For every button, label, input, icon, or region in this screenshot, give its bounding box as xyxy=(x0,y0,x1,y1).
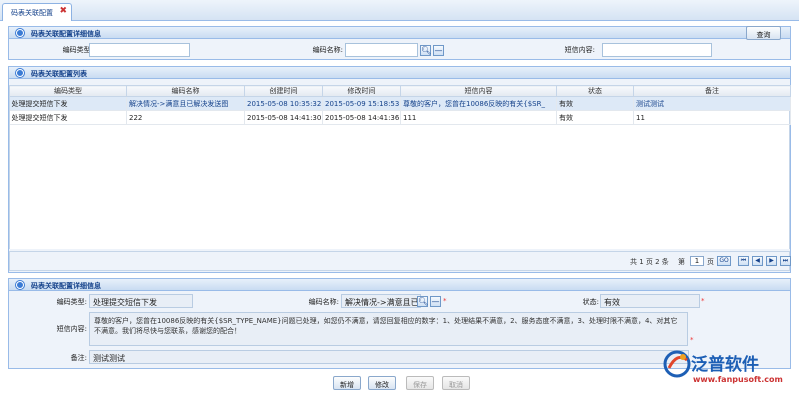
page-number-input[interactable]: 1 xyxy=(690,256,704,266)
logo-name: 泛普软件 xyxy=(691,355,759,375)
table-row[interactable]: 处理提交短信下发 222 2015-05-08 14:41:30 2015-05… xyxy=(9,110,791,125)
table-cell: 2015-05-08 14:41:30 xyxy=(244,110,323,125)
search-panel: 编码类型: 编码名称: 🔍︎ — 短信内容: 查询 xyxy=(8,26,791,60)
table-cell: 111 xyxy=(400,110,557,125)
tab-code-table-config[interactable]: 码表关联配置 ✖ xyxy=(2,3,72,21)
table-cell: 2015-05-09 15:18:53 xyxy=(322,96,401,111)
data-grid: 编码类型 编码名称 创建时间 修改时间 短信内容 状态 备注 处理提交短信下发 … xyxy=(9,85,791,125)
search-panel-header: 码表关联配置详细信息 xyxy=(8,26,791,39)
edit-button[interactable]: 修改 xyxy=(368,376,396,390)
detail-panel-header: 码表关联配置详细信息 xyxy=(8,278,791,291)
table-cell: 解决情况->满意且已解决发送图 xyxy=(126,96,245,111)
tab-bar: 码表关联配置 ✖ xyxy=(0,0,799,21)
pager: 共 1 页 2 条 第 1 页 GO ⏮ ◀ ▶ ⏭ xyxy=(9,251,791,271)
column-header[interactable]: 修改时间 xyxy=(322,85,401,97)
pager-prefix: 第 xyxy=(678,258,685,266)
column-header[interactable]: 创建时间 xyxy=(244,85,323,97)
add-button[interactable]: 新增 xyxy=(333,376,361,390)
search-panel-title: 码表关联配置详细信息 xyxy=(31,30,101,38)
brand-logo: 泛普软件 www.fanpusoft.com xyxy=(657,348,799,392)
column-header[interactable]: 备注 xyxy=(633,85,791,97)
tab-title: 码表关联配置 xyxy=(11,9,53,17)
go-button[interactable]: GO xyxy=(717,256,731,266)
logo-url: www.fanpusoft.com xyxy=(693,375,783,384)
last-page-icon[interactable]: ⏭ xyxy=(780,256,791,266)
detail-status-label: 状态: xyxy=(582,298,599,306)
sms-content-input[interactable] xyxy=(602,43,712,57)
search-icon[interactable]: 🔍︎ xyxy=(420,45,431,56)
panel-icon xyxy=(16,69,24,77)
detail-sms-content-label: 短信内容: xyxy=(56,325,87,333)
list-panel-title: 码表关联配置列表 xyxy=(31,70,87,78)
cancel-button[interactable]: 取消 xyxy=(442,376,470,390)
detail-status-field[interactable]: 有效 xyxy=(600,294,700,308)
table-cell: 有效 xyxy=(556,110,634,125)
code-name-label: 编码名称: xyxy=(312,46,343,54)
code-type-label: 编码类型: xyxy=(62,46,93,54)
panel-icon xyxy=(16,281,24,289)
logo-icon xyxy=(663,350,691,378)
table-cell: 尊敬的客户，您曾在10086反映的有关{$SR_ xyxy=(400,96,557,111)
table-cell: 2015-05-08 14:41:36 xyxy=(322,110,401,125)
first-page-icon[interactable]: ⏮ xyxy=(738,256,749,266)
required-mark: * xyxy=(690,336,694,344)
column-header[interactable]: 短信内容 xyxy=(400,85,557,97)
pager-total: 共 1 页 2 条 xyxy=(630,258,669,266)
table-cell: 处理提交短信下发 xyxy=(9,110,127,125)
panel-icon xyxy=(16,29,24,37)
detail-code-name-field[interactable]: 解决情况->满意且已 xyxy=(341,294,421,308)
table-row[interactable]: 处理提交短信下发 解决情况->满意且已解决发送图 2015-05-08 10:3… xyxy=(9,96,791,111)
table-cell: 处理提交短信下发 xyxy=(9,96,127,111)
pager-suffix: 页 xyxy=(707,258,714,266)
search-button[interactable]: 查询 xyxy=(746,26,781,40)
required-mark: * xyxy=(443,297,447,305)
detail-sms-content-field[interactable]: 尊敬的客户，您曾在10086反映的有关{$SR_TYPE_NAME}问题已处理，… xyxy=(89,312,688,346)
column-header[interactable]: 状态 xyxy=(556,85,634,97)
prev-page-icon[interactable]: ◀ xyxy=(752,256,763,266)
detail-remark-label: 备注: xyxy=(70,354,87,362)
list-panel-header: 码表关联配置列表 xyxy=(8,66,791,79)
code-type-input[interactable] xyxy=(89,43,190,57)
column-header[interactable]: 编码类型 xyxy=(9,85,127,97)
sms-content-label: 短信内容: xyxy=(564,46,595,54)
table-cell: 2015-05-08 10:35:32 xyxy=(244,96,323,111)
column-header[interactable]: 编码名称 xyxy=(126,85,245,97)
detail-remark-field[interactable]: 测试测试 xyxy=(89,350,689,364)
detail-code-type-field[interactable]: 处理提交短信下发 xyxy=(89,294,193,308)
save-button[interactable]: 保存 xyxy=(406,376,434,390)
clear-icon[interactable]: — xyxy=(430,296,441,307)
table-cell: 11 xyxy=(633,110,791,125)
required-mark: * xyxy=(701,297,705,305)
clear-icon[interactable]: — xyxy=(433,45,444,56)
table-cell: 测试测试 xyxy=(633,96,791,111)
search-icon[interactable]: 🔍︎ xyxy=(417,296,428,307)
detail-panel-title: 码表关联配置详细信息 xyxy=(31,282,101,290)
code-name-input[interactable] xyxy=(345,43,418,57)
table-cell: 222 xyxy=(126,110,245,125)
table-cell: 有效 xyxy=(556,96,634,111)
close-icon[interactable]: ✖ xyxy=(59,6,67,16)
next-page-icon[interactable]: ▶ xyxy=(766,256,777,266)
detail-code-name-label: 编码名称: xyxy=(308,298,339,306)
detail-code-type-label: 编码类型: xyxy=(56,298,87,306)
grid-header-row: 编码类型 编码名称 创建时间 修改时间 短信内容 状态 备注 xyxy=(9,85,791,97)
